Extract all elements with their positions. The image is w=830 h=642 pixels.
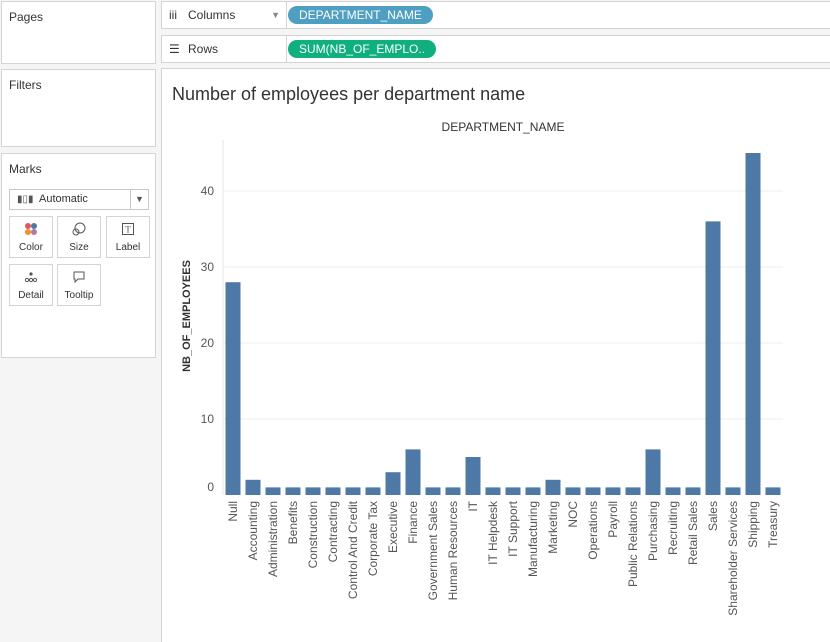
filters-title: Filters [9, 78, 42, 92]
marks-card: Marks ▮▯▮ Automatic ▼ Color Size T Label… [1, 153, 156, 358]
rows-label: Rows [188, 42, 219, 56]
label-button[interactable]: T Label [106, 216, 150, 258]
mark-type-select[interactable]: ▮▯▮ Automatic ▼ [9, 189, 149, 210]
tooltip-button[interactable]: Tooltip [57, 264, 101, 306]
rows-shelf-label: ☰ Rows [162, 36, 287, 62]
detail-icon [10, 270, 52, 286]
detail-button[interactable]: Detail [9, 264, 53, 306]
chart-area [161, 68, 830, 642]
label-icon: T [107, 222, 149, 238]
columns-shelf[interactable]: iii Columns ▼ DEPARTMENT_NAME [161, 1, 830, 29]
chevron-down-icon[interactable]: ▼ [271, 2, 280, 28]
pages-card: Pages [1, 1, 156, 64]
svg-text:T: T [125, 225, 131, 235]
columns-icon: iii [169, 8, 177, 22]
label-label: Label [115, 242, 141, 253]
filters-card[interactable]: Filters [1, 69, 156, 147]
columns-shelf-label: iii Columns ▼ [162, 2, 287, 28]
chart-title: Number of employees per department name [172, 84, 526, 104]
mark-type-value: Automatic [39, 193, 88, 205]
size-label: Size [69, 242, 89, 253]
tooltip-label: Tooltip [64, 290, 94, 301]
bar-chart-icon: ▮▯▮ [17, 194, 34, 205]
columns-label: Columns [188, 8, 236, 22]
nb-employees-pill[interactable]: SUM(NB_OF_EMPLO.. [288, 40, 437, 58]
color-button[interactable]: Color [9, 216, 53, 258]
pages-title: Pages [9, 10, 44, 24]
color-dots-icon [10, 222, 52, 238]
size-button[interactable]: Size [57, 216, 101, 258]
marks-title: Marks [9, 162, 42, 176]
tooltip-icon [58, 270, 100, 286]
rows-shelf[interactable]: ☰ Rows SUM(NB_OF_EMPLO.. [161, 35, 830, 63]
size-icon [58, 222, 100, 238]
chevron-down-icon[interactable]: ▼ [130, 190, 148, 209]
rows-icon: ☰ [169, 42, 180, 56]
detail-label: Detail [18, 290, 44, 301]
department-name-pill[interactable]: DEPARTMENT_NAME [288, 6, 433, 24]
color-label: Color [19, 242, 43, 253]
